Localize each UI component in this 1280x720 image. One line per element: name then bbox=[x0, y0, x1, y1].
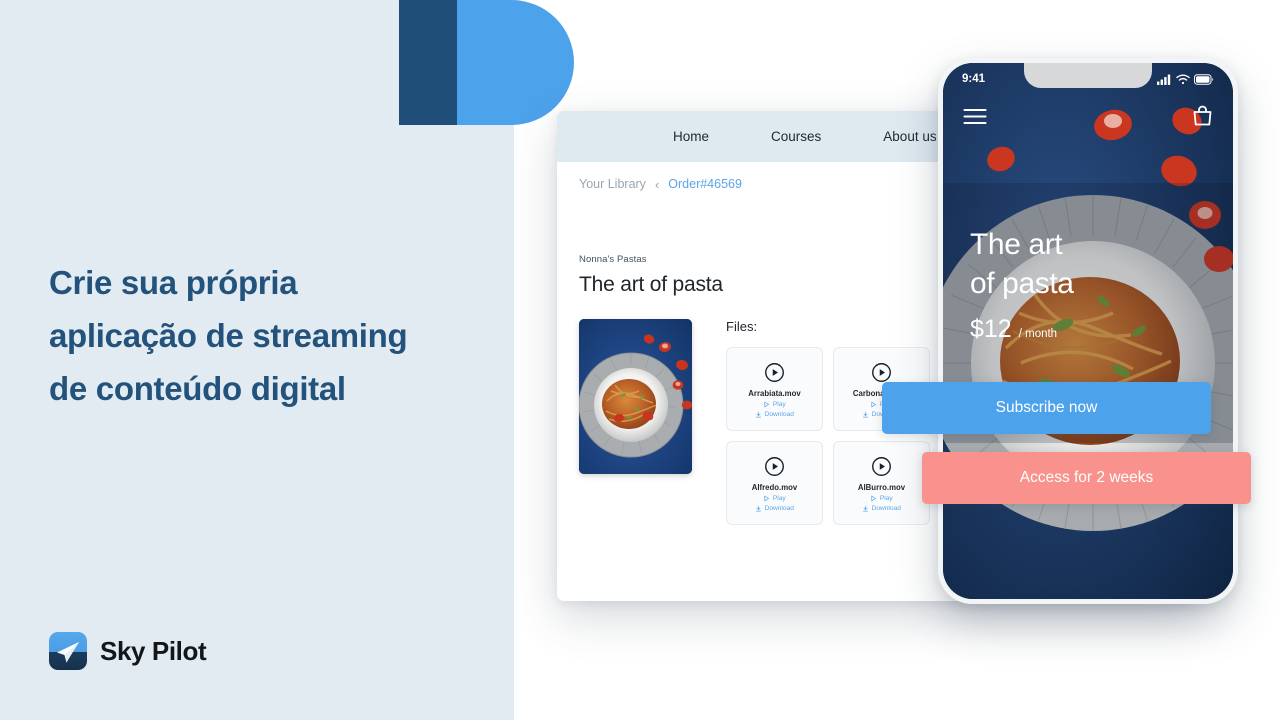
file-play-link[interactable]: Play bbox=[763, 495, 786, 502]
cellular-signal-icon bbox=[1157, 74, 1171, 85]
file-download-link[interactable]: Download bbox=[755, 505, 794, 512]
file-play-label: Play bbox=[772, 495, 786, 502]
play-icon bbox=[871, 495, 877, 502]
download-icon bbox=[863, 411, 868, 418]
file-download-label: Download bbox=[764, 505, 794, 512]
left-promo-panel: Crie sua própria aplicação de streaming … bbox=[0, 0, 514, 720]
file-download-link[interactable]: Download bbox=[862, 505, 901, 512]
file-name: Arrabiata.mov bbox=[748, 389, 801, 398]
nav-item-home[interactable]: Home bbox=[642, 129, 740, 144]
right-stage: Home Courses About us Books Your Library… bbox=[514, 0, 1280, 720]
wifi-icon bbox=[1176, 74, 1190, 84]
file-play-link[interactable]: Play bbox=[870, 495, 893, 502]
file-play-label: Play bbox=[772, 401, 786, 408]
download-icon bbox=[863, 505, 868, 512]
decorative-half-circle-light-right bbox=[514, 0, 574, 125]
file-play-label: Play bbox=[879, 495, 893, 502]
phone-price-row: $12 / month bbox=[970, 315, 1074, 344]
subscribe-now-button[interactable]: Subscribe now bbox=[882, 382, 1211, 434]
status-icons bbox=[1157, 73, 1214, 85]
phone-hero-title-line1: The art bbox=[970, 228, 1063, 261]
phone-screen: 9:41 The art of pasta $12 / month bbox=[943, 63, 1233, 599]
page-title: Crie sua própria aplicação de streaming … bbox=[49, 264, 408, 407]
phone-hero-title-line2: of pasta bbox=[970, 267, 1074, 300]
phone-price-period: / month bbox=[1018, 328, 1058, 340]
play-circle-icon bbox=[872, 363, 891, 382]
download-icon bbox=[756, 411, 761, 418]
file-download-link[interactable]: Download bbox=[755, 411, 794, 418]
chevron-left-icon: ‹ bbox=[654, 176, 660, 192]
phone-hero-title: The art of pasta bbox=[970, 225, 1074, 303]
file-play-link[interactable]: Play bbox=[763, 401, 786, 408]
brand-name: Sky Pilot bbox=[100, 635, 207, 666]
decorative-circles bbox=[399, 0, 514, 125]
file-download-label: Download bbox=[764, 411, 794, 418]
phone-price: $12 bbox=[970, 315, 1012, 343]
battery-icon bbox=[1194, 73, 1214, 85]
sky-pilot-paper-plane-icon bbox=[49, 632, 87, 670]
shopping-bag-icon[interactable] bbox=[1192, 105, 1213, 127]
play-icon bbox=[764, 495, 770, 502]
course-thumbnail bbox=[579, 319, 692, 474]
file-name: Alfredo.mov bbox=[751, 483, 798, 492]
play-circle-icon bbox=[765, 363, 784, 382]
phone-topbar bbox=[943, 99, 1233, 133]
phone-notch bbox=[1024, 63, 1152, 88]
breadcrumb-your-library[interactable]: Your Library bbox=[579, 177, 646, 191]
phone-mockup: 9:41 The art of pasta $12 / month bbox=[938, 58, 1238, 604]
file-card[interactable]: AlBurro.mov Play Download bbox=[833, 441, 930, 525]
brand-logo: Sky Pilot bbox=[49, 632, 207, 670]
play-circle-icon bbox=[872, 457, 891, 476]
file-card[interactable]: Alfredo.mov Play Download bbox=[726, 441, 823, 525]
decorative-half-circle-light bbox=[457, 0, 514, 125]
play-icon bbox=[871, 401, 877, 408]
file-card[interactable]: Arrabiata.mov Play Download bbox=[726, 347, 823, 431]
file-download-label: Download bbox=[871, 505, 901, 512]
nav-item-courses[interactable]: Courses bbox=[740, 129, 852, 144]
play-icon bbox=[764, 401, 770, 408]
phone-hero-text: The art of pasta $12 / month bbox=[970, 225, 1074, 344]
file-name: AlBurro.mov bbox=[857, 483, 906, 492]
hamburger-menu-icon[interactable] bbox=[963, 108, 987, 125]
status-time: 9:41 bbox=[962, 73, 986, 85]
breadcrumb-order[interactable]: Order#46569 bbox=[668, 177, 742, 191]
download-icon bbox=[756, 505, 761, 512]
access-for-2-weeks-button[interactable]: Access for 2 weeks bbox=[922, 452, 1251, 504]
play-circle-icon bbox=[765, 457, 784, 476]
